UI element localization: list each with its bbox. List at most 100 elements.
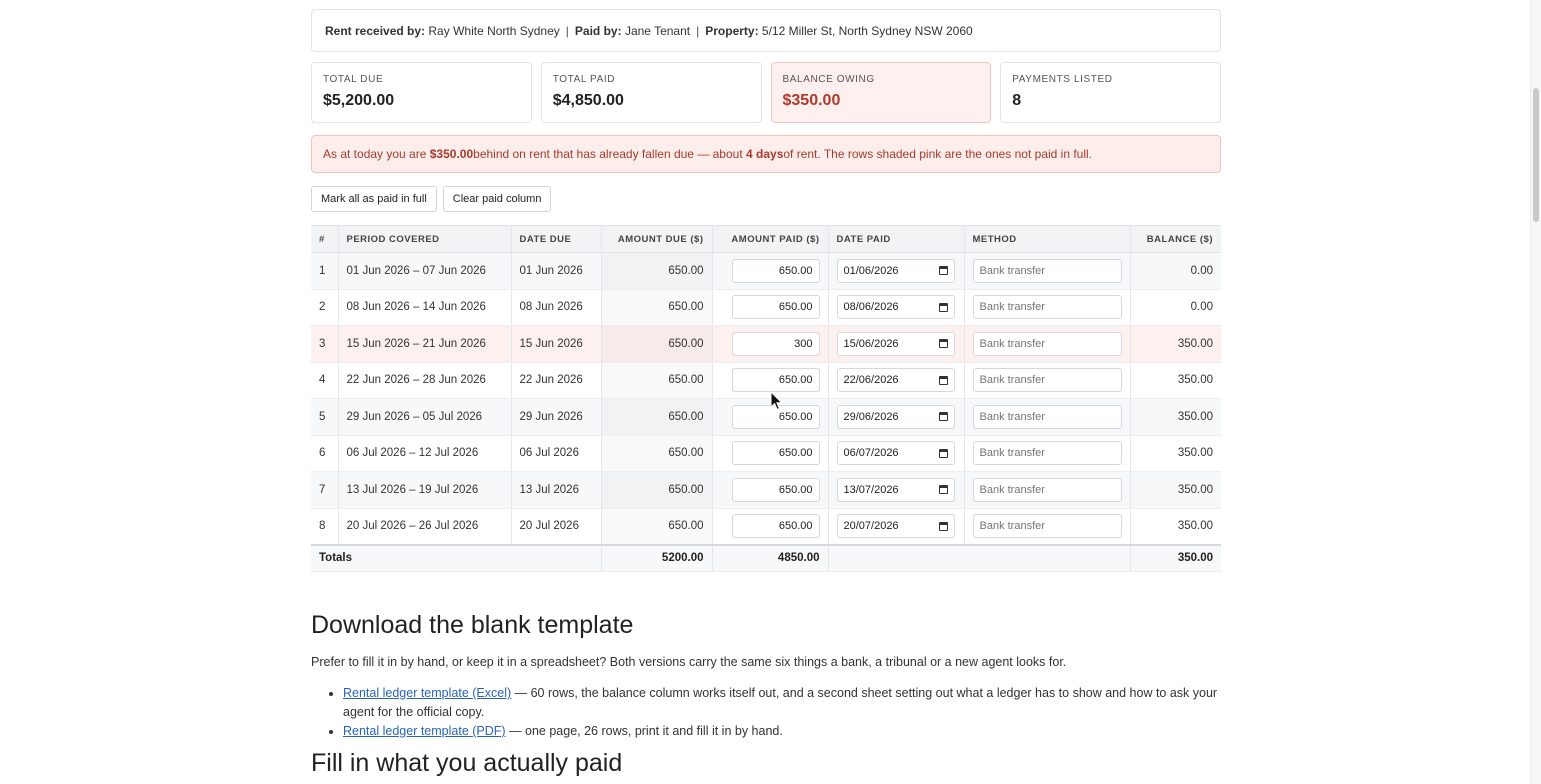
- separator: |: [696, 23, 700, 38]
- calendar-icon[interactable]: [938, 448, 948, 458]
- amount-paid-cell: [712, 252, 829, 290]
- amount-paid-input[interactable]: [731, 441, 820, 466]
- amount-paid-input[interactable]: [731, 514, 820, 538]
- download-list: Rental ledger template (Excel) — 60 rows…: [311, 684, 1221, 741]
- amount-paid-input[interactable]: [731, 477, 820, 502]
- calendar-icon[interactable]: [938, 339, 948, 349]
- calendar-icon[interactable]: [938, 412, 948, 422]
- balance-cell: 0.00: [1130, 289, 1221, 326]
- amount-paid-input[interactable]: [731, 368, 820, 393]
- period-cell: 01 Jun 2026 – 07 Jun 2026: [338, 252, 512, 290]
- table-row: 7 13 Jul 2026 – 19 Jul 2026 13 Jul 2026 650…: [311, 471, 1221, 509]
- clear-paid-column-button[interactable]: Clear paid column: [442, 186, 552, 212]
- date-paid-input[interactable]: 06/07/2026: [836, 441, 955, 466]
- column-header-method: METHOD: [964, 225, 1131, 253]
- fill-in-heading: Fill in what you actually paid: [311, 749, 623, 777]
- amount-paid-input[interactable]: [731, 295, 820, 320]
- card-value: $4,850.00: [552, 92, 624, 109]
- rent-received-label: Rent received by:: [325, 23, 426, 38]
- method-input[interactable]: [972, 295, 1122, 320]
- column-header-balance: BALANCE ($): [1130, 225, 1221, 253]
- calendar-icon[interactable]: [938, 521, 948, 531]
- card-value: $5,200.00: [323, 92, 395, 109]
- column-header-period: PERIOD COVERED: [338, 225, 512, 253]
- method-input[interactable]: [972, 514, 1122, 538]
- date-paid-value: 01/06/2026: [843, 264, 899, 277]
- period-cell: 15 Jun 2026 – 21 Jun 2026: [338, 325, 512, 363]
- alert-text: behind on rent that has already fallen d…: [473, 147, 743, 161]
- mark-all-paid-button[interactable]: Mark all as paid in full: [311, 186, 437, 212]
- balance-cell: 350.00: [1130, 362, 1221, 399]
- row-number: 4: [311, 362, 339, 399]
- date-due-cell: 06 Jul 2026: [511, 435, 602, 472]
- method-input[interactable]: [972, 404, 1122, 429]
- download-item-text: — one page, 26 rows, print it and fill i…: [505, 724, 783, 738]
- period-cell: 22 Jun 2026 – 28 Jun 2026: [338, 362, 512, 399]
- amount-paid-cell: [712, 508, 829, 545]
- ledger-info-bar: Rent received by: Ray White North Sydney…: [311, 9, 1221, 52]
- total-amount-due: 5200.00: [601, 543, 713, 572]
- pdf-template-link[interactable]: Rental ledger template (PDF): [343, 724, 506, 738]
- excel-template-link[interactable]: Rental ledger template (Excel): [343, 686, 511, 700]
- date-paid-input[interactable]: 13/07/2026: [836, 477, 955, 502]
- scrollbar-thumb[interactable]: [1533, 88, 1539, 222]
- calendar-icon[interactable]: [938, 485, 948, 495]
- calendar-icon[interactable]: [938, 375, 948, 385]
- card-value: 8: [1012, 92, 1022, 109]
- card-value: $350.00: [782, 92, 841, 109]
- method-input[interactable]: [972, 477, 1122, 502]
- payments-listed-card: PAYMENTS LISTED 8: [1000, 62, 1221, 123]
- total-balance: 350.00: [1130, 543, 1221, 572]
- date-paid-value: 13/07/2026: [843, 483, 899, 496]
- date-paid-input[interactable]: 22/06/2026: [836, 368, 955, 393]
- method-input[interactable]: [972, 331, 1122, 356]
- date-paid-value: 06/07/2026: [843, 447, 899, 460]
- column-header-date-due: DATE DUE: [511, 225, 602, 253]
- date-due-cell: 22 Jun 2026: [511, 362, 602, 399]
- mouse-cursor-icon: [770, 391, 784, 411]
- period-cell: 29 Jun 2026 – 05 Jul 2026: [338, 398, 512, 436]
- card-label: BALANCE OWING: [782, 74, 875, 85]
- date-paid-cell: 15/06/2026: [828, 325, 965, 363]
- amount-paid-input[interactable]: [731, 331, 820, 356]
- amount-due-cell: 650.00: [601, 398, 713, 436]
- method-cell: [964, 325, 1131, 363]
- balance-owing-card: BALANCE OWING $350.00: [770, 62, 992, 123]
- calendar-icon[interactable]: [938, 302, 948, 312]
- method-input[interactable]: [972, 441, 1122, 466]
- date-paid-input[interactable]: 15/06/2026: [836, 331, 955, 356]
- amount-due-cell: 650.00: [601, 289, 713, 326]
- amount-paid-input[interactable]: [731, 258, 820, 283]
- amount-due-cell: 650.00: [601, 471, 713, 509]
- method-input[interactable]: [972, 258, 1122, 283]
- ledger-actions: Mark all as paid in full Clear paid colu…: [311, 186, 552, 212]
- column-header-number: #: [311, 225, 339, 253]
- row-number: 5: [311, 398, 339, 436]
- download-intro: Prefer to fill it in by hand, or keep it…: [311, 655, 1067, 669]
- download-item-pdf: Rental ledger template (PDF) — one page,…: [343, 722, 1221, 741]
- ledger-rows: 1 01 Jun 2026 – 07 Jun 2026 01 Jun 2026 650…: [311, 252, 1221, 545]
- date-due-cell: 29 Jun 2026: [511, 398, 602, 436]
- amount-paid-cell: [712, 435, 829, 472]
- date-due-cell: 01 Jun 2026: [511, 252, 602, 290]
- date-paid-input[interactable]: 08/06/2026: [836, 295, 955, 320]
- page-scrollbar[interactable]: [1530, 0, 1541, 784]
- method-cell: [964, 508, 1131, 545]
- amount-due-cell: 650.00: [601, 435, 713, 472]
- table-row: 5 29 Jun 2026 – 05 Jul 2026 29 Jun 2026 650…: [311, 398, 1221, 436]
- totals-label: Totals: [311, 543, 602, 572]
- date-paid-input[interactable]: 01/06/2026: [836, 258, 955, 283]
- period-cell: 20 Jul 2026 – 26 Jul 2026: [338, 508, 512, 545]
- date-paid-input[interactable]: 29/06/2026: [836, 404, 955, 429]
- row-number: 1: [311, 252, 339, 290]
- amount-due-cell: 650.00: [601, 362, 713, 399]
- rent-ledger-table: # PERIOD COVERED DATE DUE AMOUNT DUE ($)…: [311, 225, 1221, 572]
- date-paid-input[interactable]: 20/07/2026: [836, 514, 955, 538]
- balance-cell: 350.00: [1130, 435, 1221, 472]
- calendar-icon[interactable]: [938, 266, 948, 276]
- balance-cell: 350.00: [1130, 398, 1221, 436]
- alert-amount: $350.00: [429, 147, 474, 161]
- row-number: 2: [311, 289, 339, 326]
- method-input[interactable]: [972, 368, 1122, 393]
- rent-received-value: Ray White North Sydney: [428, 23, 560, 38]
